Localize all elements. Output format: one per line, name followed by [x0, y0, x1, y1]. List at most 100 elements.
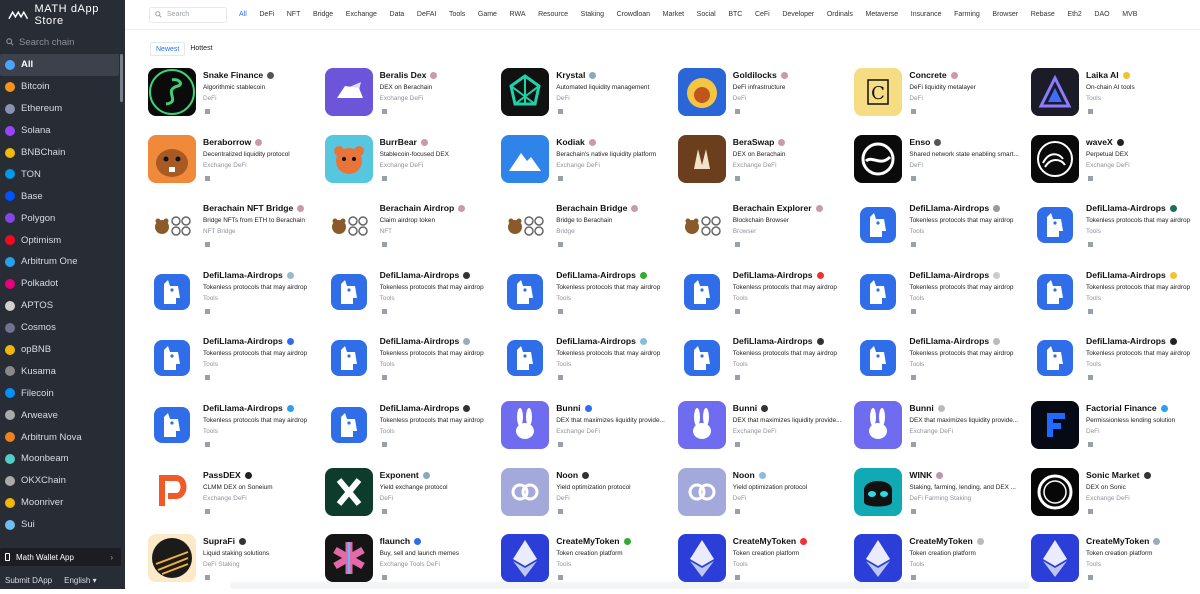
- dapp-card[interactable]: C Concrete DeFi liquidity metalayer DeFi: [854, 68, 1026, 128]
- sidebar-chain-kusama[interactable]: Kusama: [0, 360, 125, 382]
- sidebar-chain-aptos[interactable]: APTOS: [0, 295, 125, 317]
- dapp-card[interactable]: PassDEX CLMM DEX on Soneium Exchange DeFi: [148, 467, 320, 528]
- tab-rwa[interactable]: RWA: [510, 11, 526, 18]
- sidebar-chain-arbitrum-one[interactable]: Arbitrum One: [0, 251, 125, 273]
- dapp-card[interactable]: Beralis Dex DEX on Berachain Exchange DeFi: [324, 68, 497, 128]
- dapp-card[interactable]: DefiLlama-Airdrops Tokenless protocols th…: [1031, 267, 1200, 328]
- dapp-card[interactable]: DefiLlama-Airdrops Tokenless protocols th…: [1031, 334, 1200, 394]
- dapp-card[interactable]: DefiLlama-Airdrops Tokenless protocols th…: [324, 267, 497, 328]
- sidebar-chain-bnbchain[interactable]: BNBChain: [0, 142, 125, 164]
- qr-code-icon[interactable]: [734, 242, 740, 248]
- dapp-card[interactable]: DefiLlama-Airdrops Tokenless protocols th…: [677, 267, 850, 328]
- dapp-card[interactable]: Bunni DEX that maximizes liquidity provid…: [854, 401, 1026, 461]
- qr-code-icon[interactable]: [1088, 308, 1093, 314]
- qr-code-icon[interactable]: [205, 508, 210, 514]
- qr-code-icon[interactable]: [734, 442, 740, 447]
- qr-code-icon[interactable]: [558, 442, 564, 447]
- qr-code-icon[interactable]: [205, 109, 210, 114]
- dapp-card[interactable]: DefiLlama-Airdrops Tokenless protocols th…: [501, 334, 673, 394]
- dapp-card[interactable]: DefiLlama-Airdrops Tokenless protocols th…: [854, 334, 1026, 394]
- dapp-card[interactable]: Sonic Market DEX on Sonic Exchange DeFi: [1031, 467, 1200, 528]
- qr-code-icon[interactable]: [381, 375, 387, 381]
- qr-code-icon[interactable]: [381, 442, 387, 447]
- tab-market[interactable]: Market: [663, 11, 684, 18]
- qr-code-icon[interactable]: [1088, 375, 1093, 381]
- qr-code-icon[interactable]: [734, 575, 740, 581]
- sidebar-chain-ton[interactable]: TON: [0, 163, 125, 185]
- tab-social[interactable]: Social: [697, 11, 716, 18]
- sidebar-chain-filecoin[interactable]: Filecoin: [0, 382, 125, 404]
- dapp-card[interactable]: Exponent Yield exchange protocol DeFi: [324, 467, 497, 528]
- sidebar-chain-ethereum[interactable]: Ethereum: [0, 98, 125, 120]
- tab-game[interactable]: Game: [478, 11, 497, 18]
- dapp-card[interactable]: DefiLlama-Airdrops Tokenless protocols th…: [854, 201, 1026, 261]
- tab-bridge[interactable]: Bridge: [313, 11, 333, 18]
- dapp-card[interactable]: BurrBear Stablecoin-focused DEX Exchange D…: [324, 134, 497, 195]
- sidebar-chain-solana[interactable]: Solana: [0, 120, 125, 142]
- qr-code-icon[interactable]: [558, 109, 564, 114]
- qr-code-icon[interactable]: [911, 242, 917, 248]
- dapp-card[interactable]: Berachain Explorer Blockchain Browser Brow…: [677, 201, 850, 261]
- dapp-card[interactable]: DefiLlama-Airdrops Tokenless protocols th…: [148, 267, 320, 328]
- sidebar-chain-bitcoin[interactable]: Bitcoin: [0, 76, 125, 98]
- tab-data[interactable]: Data: [390, 11, 405, 18]
- sidebar-chain-optimism[interactable]: Optimism: [0, 229, 125, 251]
- dapp-card[interactable]: Snake Finance Algorithmic stablecoin DeFi: [148, 68, 320, 128]
- dapp-card[interactable]: Enso Shared network state enabling smart.…: [854, 134, 1026, 195]
- sidebar-scrollbar[interactable]: [120, 54, 123, 102]
- dapp-card[interactable]: Noon Yield optimization protocol DeFi: [501, 467, 673, 528]
- sidebar-chain-base[interactable]: Base: [0, 185, 125, 207]
- qr-code-icon[interactable]: [381, 508, 387, 514]
- sidebar-chain-cosmos[interactable]: Cosmos: [0, 317, 125, 339]
- dapp-card[interactable]: DefiLlama-Airdrops Tokenless protocols th…: [854, 267, 1026, 328]
- qr-code-icon[interactable]: [734, 308, 740, 314]
- tab-defi[interactable]: DeFi: [259, 11, 274, 18]
- qr-code-icon[interactable]: [734, 109, 740, 114]
- dapp-card[interactable]: Noon Yield optimization protocol DeFi: [677, 467, 850, 528]
- dapp-card[interactable]: Krystal Automated liquidity management DeF…: [501, 68, 673, 128]
- qr-code-icon[interactable]: [911, 375, 917, 381]
- dapp-card[interactable]: WINK Staking, farming, lending, and DEX .…: [854, 467, 1026, 528]
- tab-metaverse[interactable]: Metaverse: [866, 11, 899, 18]
- sidebar-chain-opbnb[interactable]: opBNB: [0, 339, 125, 361]
- qr-code-icon[interactable]: [1088, 109, 1093, 114]
- sidebar-chain-moonbeam[interactable]: Moonbeam: [0, 448, 125, 470]
- qr-code-icon[interactable]: [1088, 442, 1093, 447]
- qr-code-icon[interactable]: [205, 575, 210, 581]
- qr-code-icon[interactable]: [734, 375, 740, 381]
- qr-code-icon[interactable]: [381, 308, 387, 314]
- qr-code-icon[interactable]: [911, 575, 917, 581]
- sort-newest-button[interactable]: Newest: [150, 42, 186, 56]
- qr-code-icon[interactable]: [911, 442, 917, 447]
- qr-code-icon[interactable]: [911, 175, 917, 181]
- tab-rebase[interactable]: Rebase: [1031, 11, 1055, 18]
- sidebar-chain-polkadot[interactable]: Polkadot: [0, 273, 125, 295]
- qr-code-icon[interactable]: [381, 175, 387, 181]
- dapp-card[interactable]: DefiLlama-Airdrops Tokenless protocols th…: [501, 267, 673, 328]
- qr-code-icon[interactable]: [1088, 575, 1093, 581]
- dapp-card[interactable]: CreateMyToken Token creation platform Tool…: [1031, 534, 1200, 594]
- qr-code-icon[interactable]: [734, 175, 740, 181]
- qr-code-icon[interactable]: [205, 175, 210, 181]
- dapp-card[interactable]: Goldilocks DeFi infrastructure DeFi: [677, 68, 850, 128]
- tab-defai[interactable]: DeFAI: [417, 11, 436, 18]
- dapp-card[interactable]: BeraSwap DEX on Berachain Exchange DeFi: [677, 134, 850, 195]
- sidebar-chain-polygon[interactable]: Polygon: [0, 207, 125, 229]
- dapp-card[interactable]: DefiLlama-Airdrops Tokenless protocols th…: [148, 334, 320, 394]
- tab-farming[interactable]: Farming: [954, 11, 980, 18]
- qr-code-icon[interactable]: [205, 308, 210, 314]
- dapp-card[interactable]: DefiLlama-Airdrops Tokenless protocols th…: [148, 401, 320, 461]
- qr-code-icon[interactable]: [558, 175, 564, 181]
- tab-tools[interactable]: Tools: [449, 11, 465, 18]
- qr-code-icon[interactable]: [558, 508, 564, 514]
- tab-mvb[interactable]: MVB: [1122, 11, 1137, 18]
- sidebar-chain-okxchain[interactable]: OKXChain: [0, 470, 125, 492]
- qr-code-icon[interactable]: [558, 242, 564, 248]
- sidebar-chain-sui[interactable]: Sui: [0, 514, 125, 536]
- tab-staking[interactable]: Staking: [581, 11, 604, 18]
- tab-btc[interactable]: BTC: [728, 11, 742, 18]
- qr-code-icon[interactable]: [734, 508, 740, 514]
- qr-code-icon[interactable]: [1088, 175, 1093, 181]
- tab-eth2[interactable]: Eth2: [1067, 11, 1081, 18]
- dapp-card[interactable]: Bunni DEX that maximizes liquidity provid…: [501, 401, 673, 461]
